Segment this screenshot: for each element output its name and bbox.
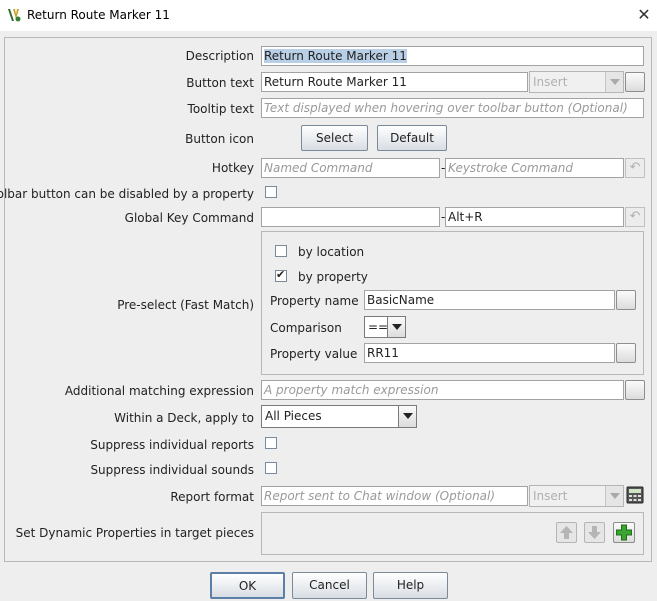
property-name-label: Property name [270, 294, 359, 308]
property-value-label: Property value [270, 347, 358, 361]
by-property-label: by property [298, 270, 368, 284]
ok-button[interactable]: OK [210, 572, 285, 599]
button-text-config-button[interactable] [625, 72, 645, 92]
move-up-button [556, 522, 577, 543]
property-value-field[interactable]: RR11 [364, 343, 615, 363]
hotkey-named-field[interactable]: Named Command [261, 158, 440, 178]
preselect-label: Pre-select (Fast Match) [117, 298, 254, 312]
set-dynamic-label: Set Dynamic Properties in target pieces [15, 526, 254, 540]
help-button[interactable]: Help [373, 572, 448, 599]
suppress-sounds-checkbox[interactable] [265, 462, 277, 474]
add-property-button[interactable] [613, 522, 635, 543]
suppress-sounds-label: Suppress individual sounds [90, 463, 254, 477]
additional-matching-config-button[interactable] [625, 380, 645, 400]
tooltip-text-label: Tooltip text [187, 102, 254, 116]
property-value-config-button[interactable] [616, 343, 636, 363]
by-property-checkbox[interactable] [275, 268, 287, 282]
by-location-label: by location [298, 245, 365, 259]
button-text-label: Button text [186, 76, 254, 90]
global-keystroke-field[interactable]: Alt+R [445, 207, 624, 227]
vassal-icon [8, 9, 21, 22]
button-text-insert-combo: Insert [529, 71, 624, 93]
additional-matching-field[interactable]: A property match expression [261, 380, 624, 400]
calculator-icon[interactable] [626, 486, 644, 504]
comparison-label: Comparison [270, 321, 342, 335]
description-field[interactable]: Return Route Marker 11 [261, 46, 644, 66]
property-name-config-button[interactable] [616, 290, 636, 310]
select-icon-button[interactable]: Select [301, 125, 368, 151]
hotkey-keystroke-field[interactable]: Keystroke Command [445, 158, 624, 178]
button-text-field[interactable]: Return Route Marker 11 [261, 72, 528, 92]
property-name-field[interactable]: BasicName [364, 290, 615, 310]
plus-icon [616, 524, 632, 541]
report-format-label: Report format [170, 490, 254, 504]
toolbar-disable-label: Toolbar button can be disabled by a prop… [0, 187, 254, 201]
default-icon-button[interactable]: Default [377, 125, 447, 151]
report-insert-combo: Insert [529, 485, 624, 507]
description-label: Description [185, 49, 254, 63]
undo-arrow-icon: ↶ [625, 158, 645, 178]
cancel-button[interactable]: Cancel [292, 572, 367, 599]
window-title: Return Route Marker 11 [27, 8, 170, 22]
arrow-up-icon [560, 526, 573, 539]
close-icon[interactable]: ✕ [633, 5, 655, 25]
move-down-button [584, 522, 605, 543]
title-bar: Return Route Marker 11 ✕ [0, 0, 657, 31]
toolbar-disable-checkbox[interactable] [265, 186, 277, 198]
tooltip-text-field[interactable]: Text displayed when hovering over toolba… [261, 98, 644, 118]
within-deck-combo[interactable]: All Pieces [261, 405, 417, 428]
report-format-field[interactable]: Report sent to Chat window (Optional) [261, 486, 528, 506]
suppress-reports-label: Suppress individual reports [90, 438, 254, 452]
global-key-command-label: Global Key Command [124, 211, 254, 225]
suppress-reports-checkbox[interactable] [265, 437, 277, 449]
by-location-checkbox[interactable] [275, 245, 287, 257]
hotkey-label: Hotkey [211, 161, 254, 175]
arrow-down-icon [588, 526, 601, 539]
within-deck-label: Within a Deck, apply to [114, 411, 254, 425]
additional-matching-label: Additional matching expression [64, 384, 254, 398]
global-named-field[interactable] [261, 207, 440, 227]
undo-arrow-icon: ↶ [625, 207, 645, 227]
comparison-combo[interactable]: == [364, 316, 406, 338]
button-icon-label: Button icon [185, 132, 254, 146]
